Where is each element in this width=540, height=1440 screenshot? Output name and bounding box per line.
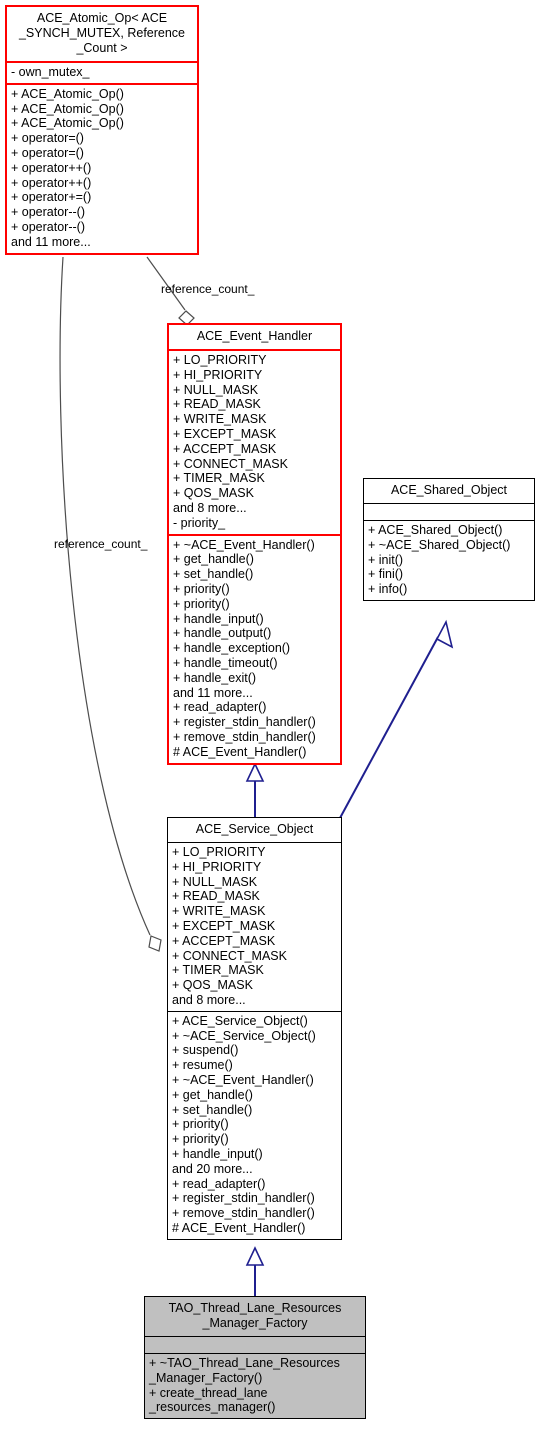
- class-box-ace-event-handler[interactable]: ACE_Event_Handler + LO_PRIORITY + HI_PRI…: [167, 323, 342, 765]
- class-attributes-ace-atomic-op: - own_mutex_: [7, 61, 197, 83]
- inheritance-edge-shared-object: [339, 619, 454, 819]
- class-box-ace-shared-object[interactable]: ACE_Shared_Object + ACE_Shared_Object() …: [363, 478, 535, 601]
- inheritance-edge-service-object: [245, 1246, 265, 1297]
- edge-label-reference-count-event-handler: reference_count_: [161, 282, 255, 296]
- aggregation-edge-service-object: [59, 256, 162, 952]
- class-operations-tao-thread-lane-resources-manager-factory: + ~TAO_Thread_Lane_Resources _Manager_Fa…: [145, 1353, 365, 1418]
- class-box-ace-atomic-op[interactable]: ACE_Atomic_Op< ACE _SYNCH_MUTEX, Referen…: [5, 5, 199, 255]
- class-operations-ace-event-handler: + ~ACE_Event_Handler() + get_handle() + …: [169, 533, 340, 763]
- class-name-ace-service-object: ACE_Service_Object: [195, 822, 314, 836]
- inheritance-edge-event-handler: [245, 762, 265, 818]
- class-operations-ace-atomic-op: + ACE_Atomic_Op() + ACE_Atomic_Op() + AC…: [7, 82, 197, 253]
- edge-label-reference-count-service-object: reference_count_: [54, 537, 148, 551]
- class-box-ace-service-object[interactable]: ACE_Service_Object + LO_PRIORITY + HI_PR…: [167, 817, 342, 1240]
- class-attributes-ace-service-object: + LO_PRIORITY + HI_PRIORITY + NULL_MASK …: [168, 842, 341, 1011]
- class-name-ace-event-handler: ACE_Event_Handler: [196, 329, 313, 343]
- class-name-ace-atomic-op: ACE_Atomic_Op< ACE _SYNCH_MUTEX, Referen…: [18, 11, 186, 55]
- class-attributes-tao-thread-lane-resources-manager-factory: [145, 1336, 365, 1353]
- class-attributes-ace-shared-object: [364, 503, 534, 520]
- class-attributes-ace-event-handler: + LO_PRIORITY + HI_PRIORITY + NULL_MASK …: [169, 349, 340, 534]
- class-name-tao-thread-lane-resources-manager-factory: TAO_Thread_Lane_Resources _Manager_Facto…: [168, 1301, 342, 1330]
- class-box-tao-thread-lane-resources-manager-factory[interactable]: TAO_Thread_Lane_Resources _Manager_Facto…: [144, 1296, 366, 1420]
- class-operations-ace-service-object: + ACE_Service_Object() + ~ACE_Service_Ob…: [168, 1010, 341, 1239]
- class-operations-ace-shared-object: + ACE_Shared_Object() + ~ACE_Shared_Obje…: [364, 520, 534, 600]
- class-name-ace-shared-object: ACE_Shared_Object: [390, 483, 508, 497]
- uml-class-diagram: ACE_Atomic_Op< ACE _SYNCH_MUTEX, Referen…: [0, 0, 540, 1440]
